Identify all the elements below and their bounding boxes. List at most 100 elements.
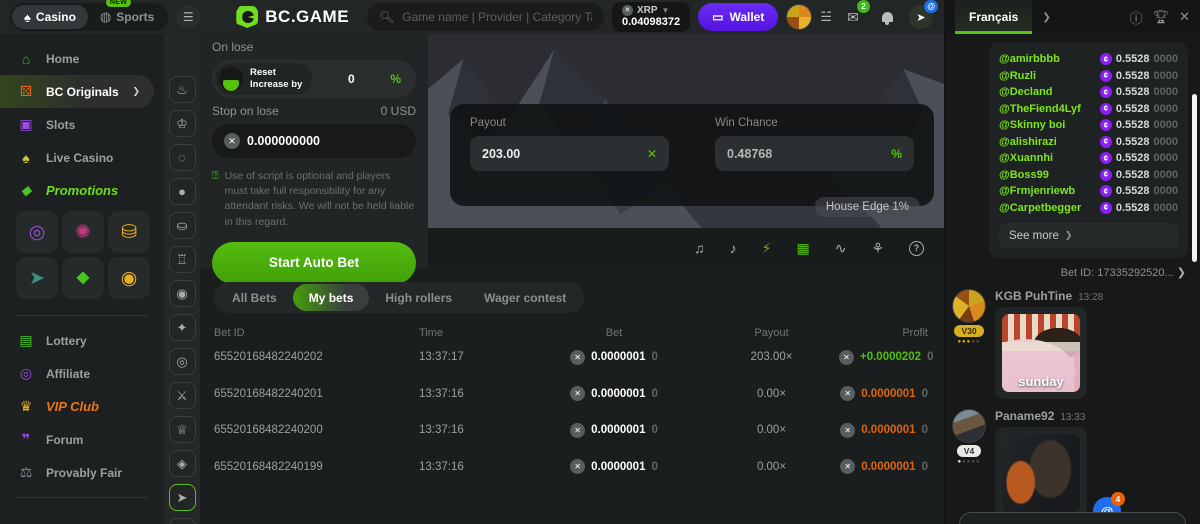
user-avatar[interactable] [786, 4, 812, 30]
chat-toggle-button[interactable]: ➤ @ [908, 4, 934, 30]
sidebar-item[interactable]: ♛ VIP Club [0, 390, 164, 423]
profit-cell: ✕ +0.00002020 [839, 350, 933, 365]
on-lose-value-input[interactable]: 0 [312, 72, 390, 86]
trophy-icon[interactable]: 🏆︎ [1153, 9, 1170, 25]
currency-selector[interactable]: ✕ XRP ▼ 0.04098372 [612, 2, 690, 31]
game-shortcut[interactable]: ⚔ [169, 382, 196, 409]
bets-tab[interactable]: Wager contest [468, 284, 582, 311]
promo-tile[interactable]: ⛁ [108, 211, 150, 253]
account-menu-icon[interactable]: ☱ [820, 9, 832, 25]
tip-username[interactable]: @Decland [999, 86, 1053, 98]
bc-game-app: ♠ Casino NEW ◍ Sports ☰ BC.GAME 🔍︎ [0, 0, 1200, 524]
win-chance-input[interactable]: 0.48768 % [715, 136, 914, 171]
wallet-button[interactable]: ▭ Wallet [698, 3, 778, 31]
close-icon[interactable]: ✕ [1179, 9, 1190, 25]
see-more-button[interactable]: See more ❯ [999, 223, 1178, 248]
hamburger-icon: ☰ [183, 10, 194, 24]
sidebar-divider [16, 315, 148, 316]
casino-tab[interactable]: ♠ Casino [12, 5, 88, 29]
game-shortcut[interactable]: ⛀ [169, 212, 196, 239]
promo-tile[interactable]: ✺ [62, 211, 104, 253]
game-toolbar-icon[interactable]: ⚡ [762, 240, 772, 257]
game-toolbar-icon[interactable]: ▦ [796, 240, 809, 257]
tip-username[interactable]: @Skinny boi [999, 119, 1065, 131]
promo-tile[interactable]: ◎ [16, 211, 58, 253]
chat-rules-icon[interactable]: ⓘ [1130, 8, 1143, 27]
col-bet: Bet [524, 327, 704, 339]
chat-input-box[interactable] [959, 512, 1186, 524]
tip-username[interactable]: @TheFiend4Lyf [999, 103, 1081, 115]
sidebar-item[interactable]: ♠ Live Casino [0, 141, 164, 174]
sidebar-item[interactable]: ▣ Slots [0, 108, 164, 141]
sidebar-item[interactable]: ⚄ BC Originals ❯ [0, 75, 154, 108]
tip-username[interactable]: @Xuannhi [999, 152, 1053, 164]
mail-button[interactable]: ✉ 2 [840, 4, 866, 30]
game-shortcut[interactable]: ♕ [169, 416, 196, 443]
tip-username[interactable]: @Ruzli [999, 70, 1036, 82]
chat-username[interactable]: Paname92 [995, 409, 1054, 423]
game-shortcut[interactable]: ♔ [169, 110, 196, 137]
game-toolbar-icon[interactable]: ♫ [694, 240, 705, 256]
tip-username[interactable]: @Frmjenriewb [999, 185, 1075, 197]
tip-username[interactable]: @Boss99 [999, 169, 1049, 181]
bets-tab[interactable]: All Bets [216, 284, 293, 311]
avatar[interactable] [952, 289, 986, 323]
sidebar-item-icon: ◎ [18, 365, 34, 382]
sidebar-item[interactable]: ⚖ Provably Fair [0, 456, 164, 489]
bets-tab[interactable]: My bets [293, 284, 370, 311]
game-shortcut[interactable]: ◈ [169, 450, 196, 477]
increase-by-label: Increase by [250, 79, 302, 90]
bet-table-row[interactable]: 65520168482240200 13:37:16 ✕ 0.00000010 … [214, 412, 928, 449]
promo-tile[interactable]: ⬥ [62, 257, 104, 299]
bet-table-row[interactable]: 65520168482240199 13:37:16 ✕ 0.00000010 … [214, 449, 928, 486]
bets-tab[interactable]: High rollers [369, 284, 468, 311]
chat-scrollbar[interactable] [1192, 94, 1197, 262]
tip-username[interactable]: @amirbbbb [999, 53, 1060, 65]
tip-username[interactable]: @alishirazi [999, 136, 1057, 148]
notifications-button[interactable] [874, 4, 900, 30]
search-input[interactable] [402, 10, 592, 24]
sidebar-item[interactable]: ⌂ Home [0, 42, 164, 75]
promo-tile[interactable]: ◉ [108, 257, 150, 299]
bets-tabs: All Bets My bets High rollers Wager cont… [214, 282, 584, 313]
chevron-right-icon[interactable]: ❯ [1042, 12, 1050, 23]
sports-tab[interactable]: NEW ◍ Sports [88, 5, 166, 29]
xrp-coin-icon: ✕ [224, 133, 240, 149]
chat-username[interactable]: KGB PuhTine [995, 289, 1072, 303]
bet-table-row[interactable]: 65520168482240201 13:37:16 ✕ 0.00000010 … [214, 376, 928, 413]
game-toolbar-icon[interactable]: ♪ [730, 240, 737, 256]
sidebar-item[interactable]: ◎ Affiliate [0, 357, 164, 390]
sidebar-item[interactable]: ❞ Forum [0, 423, 164, 456]
game-shortcut[interactable]: ◌ [169, 144, 196, 171]
level-stars: ●●●●● [957, 339, 980, 345]
menu-button[interactable]: ☰ [176, 5, 200, 29]
promo-tile[interactable]: ➤ [16, 257, 58, 299]
stop-on-lose-input[interactable]: ✕ 0.000000000 [212, 124, 416, 158]
payout-input[interactable]: 203.00 ✕ [470, 136, 669, 171]
bet-table-row[interactable]: 65520168482240202 13:37:17 ✕ 0.00000010 … [214, 339, 928, 376]
game-shortcut[interactable]: ♨ [169, 76, 196, 103]
bc-game-logo[interactable]: BC.GAME [236, 6, 349, 28]
bet-id-link[interactable]: Bet ID: 17335292520... ❯ [951, 266, 1186, 279]
game-toolbar-icon[interactable]: ∿ [835, 240, 847, 257]
game-shortcut[interactable]: ♙ [169, 518, 196, 524]
sidebar-item[interactable]: ▤ Lottery [0, 324, 164, 357]
game-shortcut[interactable]: ♖ [169, 246, 196, 273]
reset-increase-toggle[interactable]: Reset Increase by [215, 63, 312, 95]
tip-username[interactable]: @Carpetbegger [999, 202, 1081, 214]
avatar[interactable] [952, 409, 986, 443]
game-toolbar-icon[interactable]: ⚘ [871, 240, 884, 257]
game-shortcut[interactable]: ◉ [169, 280, 196, 307]
game-shortcut[interactable]: ● [169, 178, 196, 205]
chat-language-tab[interactable]: Français [955, 0, 1032, 34]
sidebar-item-promotions[interactable]: ⬥ Promotions [0, 174, 164, 207]
game-shortcut[interactable]: ➤ [169, 484, 196, 511]
game-shortcut[interactable]: ◎ [169, 348, 196, 375]
tip-message-card: @amirbbbb ¢ 0.55280000 @Ruzli ¢ 0.552800 [989, 42, 1188, 258]
game-toolbar-icon[interactable]: ? [909, 241, 924, 256]
game-shortcut[interactable]: ✦ [169, 314, 196, 341]
sidebar-item-label: Forum [46, 433, 83, 447]
game-search[interactable]: 🔍︎ [367, 3, 604, 31]
chat-gif-image[interactable] [1002, 434, 1080, 512]
chat-gif-image[interactable]: sunday [1002, 314, 1080, 392]
